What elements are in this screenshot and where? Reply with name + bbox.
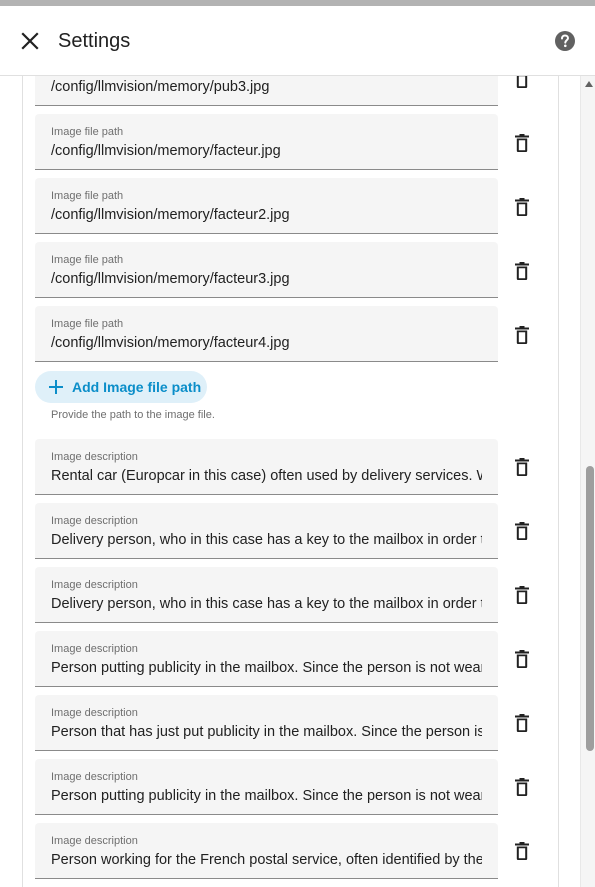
field-label: Image file path bbox=[51, 318, 124, 330]
trash-icon bbox=[515, 458, 529, 476]
settings-dialog: Settings /config/llmvision/memory/pub3.j… bbox=[0, 6, 595, 887]
delete-button[interactable] bbox=[509, 258, 535, 284]
delete-button[interactable] bbox=[509, 322, 535, 348]
field-value[interactable]: Person working for the French postal ser… bbox=[51, 851, 482, 869]
field-value[interactable]: /config/llmvision/memory/facteur4.jpg bbox=[51, 334, 482, 352]
field-label: Image description bbox=[51, 835, 138, 847]
trash-icon bbox=[515, 650, 529, 668]
field-label: Image description bbox=[51, 451, 138, 463]
trash-icon bbox=[516, 76, 528, 88]
help-button[interactable] bbox=[553, 29, 577, 53]
image-description-field[interactable]: Image description Person putting publici… bbox=[35, 759, 498, 815]
trash-icon bbox=[515, 522, 529, 540]
field-label: Image description bbox=[51, 707, 138, 719]
image-description-field[interactable]: Image description Person working for the… bbox=[35, 823, 498, 879]
close-button[interactable] bbox=[14, 25, 46, 57]
field-value[interactable]: Delivery person, who in this case has a … bbox=[51, 531, 482, 549]
field-value[interactable]: /config/llmvision/memory/pub3.jpg bbox=[51, 78, 482, 96]
field-value[interactable]: /config/llmvision/memory/facteur3.jpg bbox=[51, 270, 482, 288]
delete-button[interactable] bbox=[509, 710, 535, 736]
settings-content[interactable]: /config/llmvision/memory/pub3.jpg Image … bbox=[0, 76, 595, 887]
trash-icon bbox=[515, 714, 529, 732]
image-path-field[interactable]: Image file path /config/llmvision/memory… bbox=[35, 178, 498, 234]
field-label: Image description bbox=[51, 515, 138, 527]
trash-icon bbox=[515, 842, 529, 860]
field-value[interactable]: /config/llmvision/memory/facteur2.jpg bbox=[51, 206, 482, 224]
trash-icon bbox=[515, 262, 529, 280]
close-icon bbox=[21, 32, 39, 50]
field-value[interactable]: Delivery person, who in this case has a … bbox=[51, 595, 482, 613]
field-value[interactable]: Rental car (Europcar in this case) often… bbox=[51, 467, 482, 485]
field-label: Image file path bbox=[51, 254, 124, 266]
triangle-up-icon bbox=[584, 80, 593, 87]
image-description-field[interactable]: Image description Person putting publici… bbox=[35, 631, 498, 687]
delete-button[interactable] bbox=[509, 582, 535, 608]
delete-button[interactable] bbox=[509, 774, 535, 800]
delete-button[interactable] bbox=[509, 130, 535, 156]
trash-icon bbox=[515, 326, 529, 344]
dialog-header: Settings bbox=[0, 6, 595, 76]
image-description-field[interactable]: Image description Rental car (Europcar i… bbox=[35, 439, 498, 495]
help-circle-icon bbox=[555, 31, 575, 51]
field-label: Image file path bbox=[51, 126, 124, 138]
field-value[interactable]: Person putting publicity in the mailbox.… bbox=[51, 787, 482, 805]
delete-button[interactable] bbox=[509, 454, 535, 480]
field-label: Image description bbox=[51, 643, 138, 655]
delete-button[interactable] bbox=[509, 76, 535, 92]
scrollbar-thumb[interactable] bbox=[586, 466, 594, 751]
add-image-path-button[interactable]: Add Image file path bbox=[35, 371, 207, 403]
trash-icon bbox=[515, 134, 529, 152]
image-description-field[interactable]: Image description Delivery person, who i… bbox=[35, 503, 498, 559]
page-title: Settings bbox=[58, 30, 131, 52]
image-description-field[interactable]: Image description Person that has just p… bbox=[35, 695, 498, 751]
image-path-field[interactable]: Image file path /config/llmvision/memory… bbox=[35, 306, 498, 362]
image-path-field[interactable]: Image file path /config/llmvision/memory… bbox=[35, 242, 498, 298]
scrollbar[interactable] bbox=[580, 76, 595, 887]
delete-button[interactable] bbox=[509, 646, 535, 672]
delete-button[interactable] bbox=[509, 194, 535, 220]
image-description-field[interactable]: Image description Delivery person, who i… bbox=[35, 567, 498, 623]
helper-text: Provide the path to the image file. bbox=[51, 409, 215, 421]
image-path-field[interactable]: Image file path /config/llmvision/memory… bbox=[35, 114, 498, 170]
scroll-up-arrow[interactable] bbox=[584, 79, 593, 88]
trash-icon bbox=[515, 778, 529, 796]
trash-icon bbox=[515, 586, 529, 604]
delete-button[interactable] bbox=[509, 838, 535, 864]
field-label: Image file path bbox=[51, 190, 124, 202]
add-button-label: Add Image file path bbox=[72, 379, 202, 395]
field-label: Image description bbox=[51, 771, 138, 783]
trash-icon bbox=[515, 198, 529, 216]
field-value[interactable]: Person putting publicity in the mailbox.… bbox=[51, 659, 482, 677]
plus-icon bbox=[47, 378, 65, 396]
delete-button[interactable] bbox=[509, 518, 535, 544]
field-value[interactable]: Person that has just put publicity in th… bbox=[51, 723, 482, 741]
field-value[interactable]: /config/llmvision/memory/facteur.jpg bbox=[51, 142, 482, 160]
field-label: Image description bbox=[51, 579, 138, 591]
image-path-field[interactable]: /config/llmvision/memory/pub3.jpg bbox=[35, 76, 498, 106]
